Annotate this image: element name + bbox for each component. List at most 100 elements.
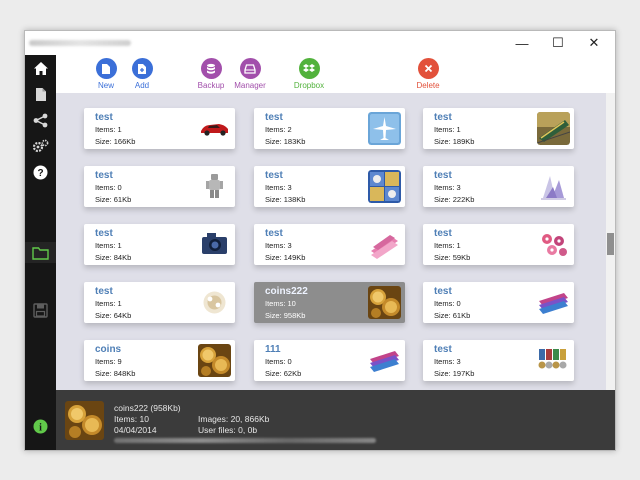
dropbox-icon [298, 58, 320, 79]
add-label: Add [134, 81, 150, 90]
status-items: Items: 10 [114, 414, 149, 424]
status-date: 04/04/2014 [114, 425, 157, 435]
svg-text:i: i [39, 422, 42, 433]
settings-gears-icon[interactable] [30, 136, 51, 157]
collection-title: test [265, 228, 283, 239]
train-thumbnail [537, 112, 570, 145]
collection-size: Size: 138Kb [265, 195, 306, 204]
dropbox-label: Dropbox [293, 81, 325, 90]
crystals-thumbnail [537, 170, 570, 203]
collection-title: test [434, 344, 452, 355]
status-bar: coins222 (958Kb) Items: 10 04/04/2014 Im… [56, 390, 615, 450]
collection-title: test [434, 286, 452, 297]
pink-flowers-thumbnail [537, 228, 570, 261]
collection-size: Size: 64Kb [95, 311, 132, 320]
folder-icon[interactable] [30, 242, 51, 263]
new-file-icon [95, 58, 117, 79]
close-button[interactable]: ✕ [576, 31, 612, 55]
collection-title: test [265, 112, 283, 123]
collection-size: Size: 62Kb [265, 369, 302, 378]
collection-items: Items: 1 [95, 125, 122, 134]
collection-card[interactable]: test Items: 1 Size: 84Kb [84, 224, 235, 265]
collection-items: Items: 1 [434, 125, 461, 134]
collection-size: Size: 189Kb [434, 137, 475, 146]
collection-size: Size: 61Kb [434, 311, 471, 320]
collection-card[interactable]: test Items: 0 Size: 61Kb [84, 166, 235, 207]
delete-button[interactable]: Delete [402, 58, 454, 92]
red-car-thumbnail [198, 112, 231, 145]
delete-label: Delete [416, 81, 440, 90]
robot-figure-thumbnail [198, 170, 231, 203]
home-icon[interactable] [30, 58, 51, 79]
window-title-blurred [29, 40, 131, 46]
stamps-thumbnail [368, 170, 401, 203]
collection-card[interactable]: 111 Items: 0 Size: 62Kb [254, 340, 405, 381]
collection-size: Size: 84Kb [95, 253, 132, 262]
selected-collection-thumbnail [65, 401, 104, 440]
collection-items: Items: 0 [265, 357, 292, 366]
collection-title: 111 [265, 344, 281, 355]
collections-grid: test Items: 1 Size: 166Kb test Items: 2 Size:… [56, 93, 615, 390]
maximize-button[interactable]: ☐ [540, 31, 576, 55]
save-disk-icon[interactable] [30, 300, 51, 321]
collection-title: test [434, 170, 452, 181]
collection-card[interactable]: test Items: 3 Size: 138Kb [254, 166, 405, 207]
status-title: coins222 (958Kb) [114, 403, 181, 413]
collection-items: Items: 1 [95, 299, 122, 308]
gold-coins-thumbnail [368, 286, 401, 319]
collection-title: coins [95, 344, 122, 355]
collection-card[interactable]: test Items: 3 Size: 222Kb [423, 166, 574, 207]
collection-title: test [95, 228, 113, 239]
collection-card[interactable]: test Items: 1 Size: 189Kb [423, 108, 574, 149]
collection-title: test [95, 286, 113, 297]
status-images: Images: 20, 866Kb [198, 414, 270, 424]
title-bar: — ☐ ✕ [25, 31, 615, 55]
collection-card[interactable]: test Items: 2 Size: 183Kb [254, 108, 405, 149]
collection-card[interactable]: test Items: 1 Size: 64Kb [84, 282, 235, 323]
pink-books-thumbnail [368, 228, 401, 261]
collection-title: test [95, 112, 113, 123]
share-icon[interactable] [30, 110, 51, 131]
gold-coins-thumbnail [198, 344, 231, 377]
collection-items: Items: 3 [265, 183, 292, 192]
pearls-thumbnail [198, 286, 231, 319]
file-icon[interactable] [30, 84, 51, 105]
drive-icon [239, 58, 261, 79]
status-user-files: User files: 0, 0b [198, 425, 258, 435]
collection-card[interactable]: coins222 Items: 10 Size: 958Kb [254, 282, 405, 323]
collection-card[interactable]: test Items: 3 Size: 149Kb [254, 224, 405, 265]
info-icon[interactable]: i [30, 416, 51, 437]
scrollbar-thumb[interactable] [607, 233, 614, 255]
collection-size: Size: 958Kb [265, 311, 306, 320]
collection-items: Items: 0 [95, 183, 122, 192]
banknotes-thumbnail [537, 286, 570, 319]
collection-title: coins222 [265, 286, 308, 297]
manager-button[interactable]: Manager [224, 58, 276, 92]
collection-items: Items: 2 [265, 125, 292, 134]
collection-size: Size: 59Kb [434, 253, 471, 262]
toolbar: New Add Backup Manager Dropbox Delete [56, 55, 615, 93]
collection-card[interactable]: coins Items: 9 Size: 848Kb [84, 340, 235, 381]
minimize-button[interactable]: — [504, 31, 540, 55]
collection-items: Items: 1 [95, 241, 122, 250]
collection-size: Size: 149Kb [265, 253, 306, 262]
collection-title: test [265, 170, 283, 181]
dropbox-button[interactable]: Dropbox [283, 58, 335, 92]
collection-items: Items: 9 [95, 357, 122, 366]
collection-card[interactable]: test Items: 3 Size: 197Kb [423, 340, 574, 381]
collection-title: test [434, 112, 452, 123]
help-icon[interactable]: ? [30, 162, 51, 183]
vertical-scrollbar[interactable] [606, 93, 615, 390]
banknotes-thumbnail [368, 344, 401, 377]
database-icon [200, 58, 222, 79]
collection-card[interactable]: test Items: 1 Size: 59Kb [423, 224, 574, 265]
collection-card[interactable]: test Items: 1 Size: 166Kb [84, 108, 235, 149]
add-button[interactable]: Add [116, 58, 168, 92]
collection-items: Items: 3 [434, 357, 461, 366]
status-path-blurred [114, 438, 376, 443]
collection-items: Items: 0 [434, 299, 461, 308]
collection-items: Items: 3 [265, 241, 292, 250]
collection-size: Size: 848Kb [95, 369, 136, 378]
camera-thumbnail [198, 228, 231, 261]
collection-card[interactable]: test Items: 0 Size: 61Kb [423, 282, 574, 323]
